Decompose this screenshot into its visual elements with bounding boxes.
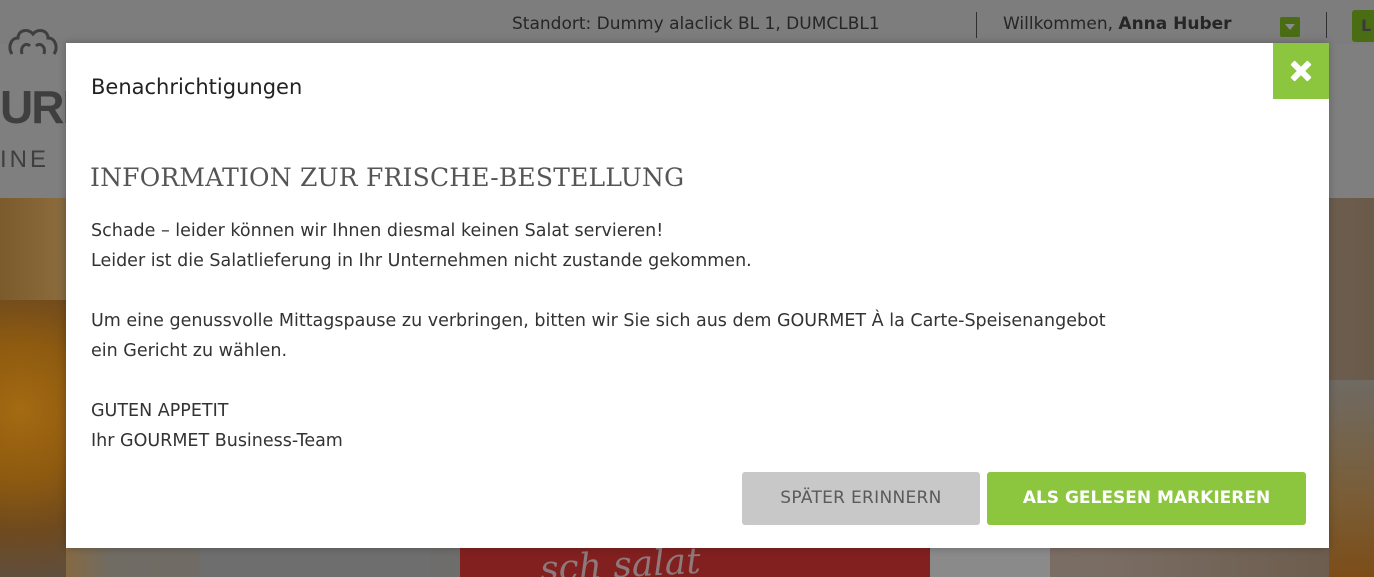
dialog-title: Benachrichtigungen: [91, 75, 303, 99]
notice-paragraph: Um eine genussvolle Mittagspause zu verb…: [91, 306, 1106, 366]
welcome-label: Willkommen, Anna Huber: [1003, 14, 1232, 34]
hero-food-image-right: [1329, 380, 1374, 577]
notice-line: Schade – leider können wir Ihnen diesmal…: [91, 221, 664, 241]
welcome-prefix: Willkommen,: [1003, 14, 1119, 34]
location-label: Standort: Dummy alaclick BL 1, DUMCLBL1: [512, 14, 880, 34]
divider: [1326, 12, 1327, 38]
close-button[interactable]: [1273, 43, 1329, 99]
notice-line: Um eine genussvolle Mittagspause zu verb…: [91, 311, 1106, 331]
hero-plate: [200, 548, 430, 577]
user-name: Anna Huber: [1118, 14, 1232, 34]
signature-team: Ihr GOURMET Business-Team: [91, 431, 343, 451]
logo-subtext: INE: [0, 146, 50, 173]
notice-heading: INFORMATION ZUR FRISCHE-BESTELLUNG: [90, 163, 685, 192]
logo[interactable]: URN INE: [0, 28, 96, 198]
chevron-down-icon[interactable]: [1280, 17, 1300, 37]
notice-line: ein Gericht zu wählen.: [91, 341, 288, 361]
chef-hat-icon: [8, 29, 58, 55]
remind-later-button[interactable]: SPÄTER ERINNERN: [742, 472, 980, 525]
divider: [976, 12, 977, 38]
signature-greeting: GUTEN APPETIT: [91, 401, 229, 421]
hero-product-image: [930, 548, 1050, 577]
notice-paragraph: Schade – leider können wir Ihnen diesmal…: [91, 216, 752, 276]
top-bar: Standort: Dummy alaclick BL 1, DUMCLBL1 …: [0, 0, 1374, 44]
mark-as-read-button[interactable]: ALS GELESEN MARKIEREN: [987, 472, 1306, 525]
close-icon: [1290, 60, 1312, 82]
hero-food-image-left: [0, 300, 66, 577]
notice-signature: GUTEN APPETIT Ihr GOURMET Business-Team: [91, 396, 343, 456]
notification-dialog: Benachrichtigungen INFORMATION ZUR FRISC…: [66, 43, 1329, 548]
header-right-button[interactable]: L: [1352, 10, 1374, 42]
notice-line: Leider ist die Salatlieferung in Ihr Unt…: [91, 251, 752, 271]
